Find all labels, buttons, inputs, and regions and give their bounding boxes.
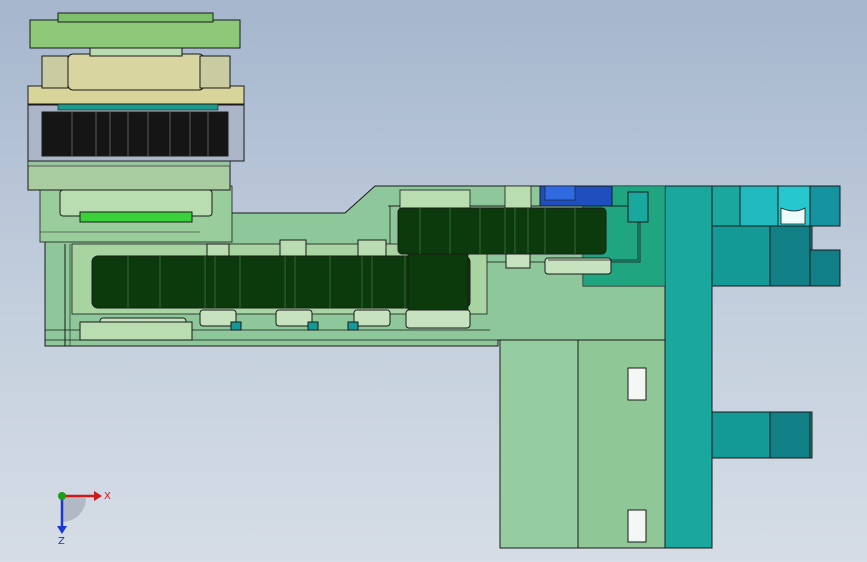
sensor-block bbox=[627, 191, 649, 223]
green-indicator bbox=[79, 211, 193, 223]
assembly-model-view[interactable]: X Z bbox=[0, 0, 867, 562]
lower-belt-drive[interactable] bbox=[71, 239, 488, 341]
teal-column[interactable] bbox=[664, 185, 841, 549]
x-axis-label: X bbox=[104, 491, 111, 502]
slot-2 bbox=[627, 367, 647, 401]
slot-3 bbox=[627, 509, 647, 543]
cad-viewport[interactable]: X Z bbox=[0, 0, 867, 562]
drive-pulley-right bbox=[405, 253, 471, 329]
bearing-ring bbox=[67, 53, 205, 91]
top-flange bbox=[29, 19, 241, 49]
blue-motor-cap bbox=[539, 185, 613, 207]
coordinate-triad: X Z bbox=[57, 491, 111, 547]
motor-stack[interactable] bbox=[27, 12, 245, 243]
z-axis-label: Z bbox=[58, 536, 65, 547]
